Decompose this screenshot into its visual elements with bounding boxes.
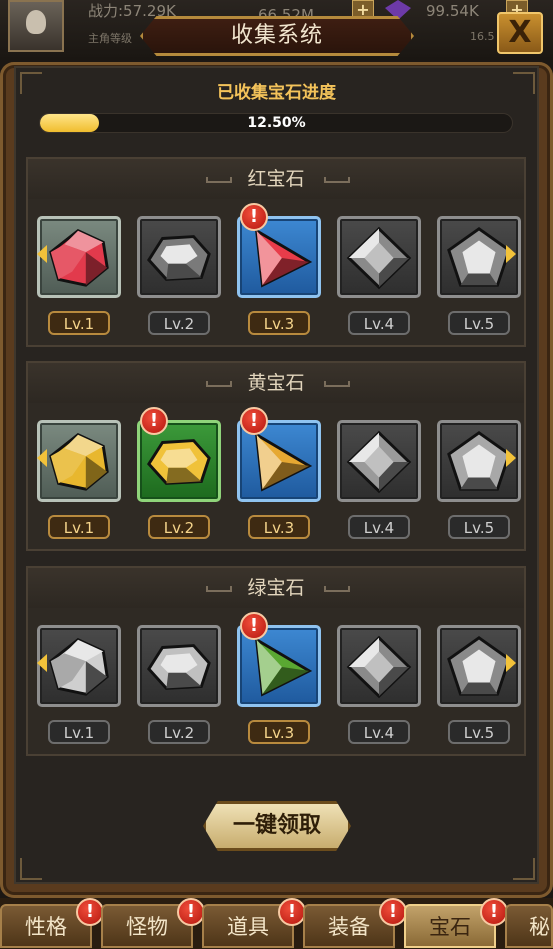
gem-icon: [346, 430, 412, 494]
gem-icon: [49, 229, 109, 287]
gem-slot[interactable]: [37, 420, 121, 502]
gem-slot[interactable]: [337, 420, 421, 502]
alert-icon: !: [240, 407, 268, 435]
gem-icon: [346, 226, 412, 290]
tab-alert-icon: !: [480, 898, 508, 926]
tab-alert-icon: !: [76, 898, 104, 926]
gem-icon: [254, 431, 313, 492]
alert-icon: !: [240, 203, 268, 231]
gem-level-label: Lv.4: [348, 720, 410, 744]
progress-percent: 12.50%: [247, 115, 306, 131]
tab-alert-icon: !: [379, 898, 407, 926]
gem-icon: [254, 227, 313, 288]
gem-slot[interactable]: [37, 625, 121, 707]
section-title: 黄宝石: [247, 372, 305, 394]
gem-slot[interactable]: [137, 216, 221, 298]
gem-level-label: Lv.2: [148, 720, 210, 744]
scroll-right-arrow-icon[interactable]: [506, 245, 516, 263]
scroll-right-arrow-icon[interactable]: [506, 449, 516, 467]
level-value: 16.5: [470, 30, 495, 43]
tab-alert-icon: !: [177, 898, 205, 926]
gem-level-label: Lv.5: [448, 720, 510, 744]
alert-icon: !: [240, 612, 268, 640]
gem-level-label: Lv.3: [248, 720, 310, 744]
corner-deco: [513, 858, 535, 880]
gem-icon: [49, 638, 109, 696]
gem-slot[interactable]: [337, 216, 421, 298]
gem-level-label: Lv.5: [448, 311, 510, 335]
gem-icon: [346, 635, 412, 699]
alert-icon: !: [140, 407, 168, 435]
gem-icon: [447, 430, 511, 491]
gem-level-label: Lv.5: [448, 515, 510, 539]
close-button[interactable]: X: [497, 12, 543, 54]
gem-icon: [147, 439, 211, 485]
section-title: 绿宝石: [247, 577, 305, 599]
tab-alert-icon: !: [278, 898, 306, 926]
gem-level-label: Lv.1: [48, 515, 110, 539]
gem-icon: [254, 636, 313, 697]
gem-level-label: Lv.2: [148, 515, 210, 539]
gem-level-label: Lv.3: [248, 515, 310, 539]
gem-icon: [447, 226, 511, 287]
gem-level-label: Lv.1: [48, 720, 110, 744]
progress-label: 已收集宝石进度: [217, 83, 336, 103]
gem-level-label: Lv.3: [248, 311, 310, 335]
gem-icon: [49, 433, 109, 491]
gem-icon: [147, 235, 211, 281]
scroll-left-arrow-icon[interactable]: [37, 654, 47, 672]
gem-level-label: Lv.4: [348, 311, 410, 335]
claim-all-label: 一键领取: [232, 813, 321, 838]
tab-5[interactable]: 秘: [505, 904, 553, 948]
gem-icon: [447, 635, 511, 696]
gem-slot[interactable]: [37, 216, 121, 298]
gem-level-label: Lv.4: [348, 515, 410, 539]
level-label: 主角等级: [88, 32, 132, 45]
gem-icon: [147, 644, 211, 690]
gem-slot[interactable]: [337, 625, 421, 707]
gem-level-label: Lv.2: [148, 311, 210, 335]
window-title: 收集系统: [230, 23, 323, 48]
gem-level-label: Lv.1: [48, 311, 110, 335]
section-title: 红宝石: [247, 168, 305, 190]
scroll-left-arrow-icon[interactable]: [37, 449, 47, 467]
avatar[interactable]: [8, 0, 64, 52]
scroll-left-arrow-icon[interactable]: [37, 245, 47, 263]
scroll-right-arrow-icon[interactable]: [506, 654, 516, 672]
corner-deco: [20, 858, 42, 880]
resource-gem-value: 99.54K: [426, 2, 479, 20]
gem-slot[interactable]: [137, 625, 221, 707]
